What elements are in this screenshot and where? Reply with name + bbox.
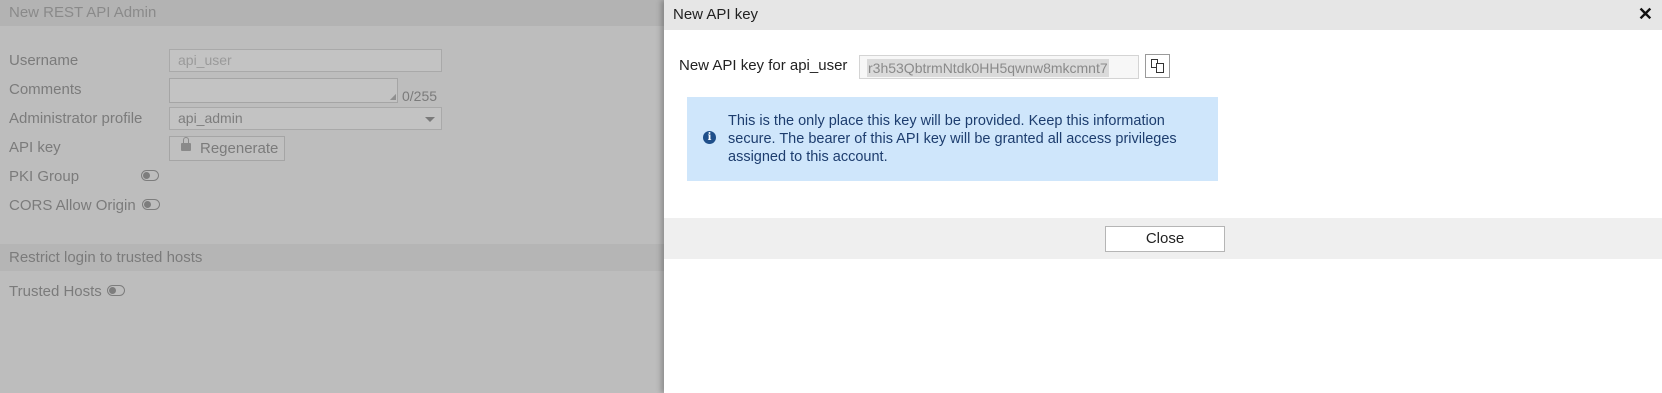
- close-button[interactable]: Close: [1105, 226, 1225, 252]
- username-value: api_user: [178, 52, 232, 68]
- admin-profile-value: api_admin: [178, 110, 243, 126]
- info-icon: i: [703, 131, 716, 144]
- toggle-knob: [109, 287, 116, 294]
- api-key-value: r3h53QbtrmNtdk0HH5qwnw8mkcmnt7: [867, 59, 1109, 77]
- regenerate-button[interactable]: Regenerate: [169, 136, 285, 161]
- admin-profile-select[interactable]: api_admin: [169, 107, 442, 130]
- copy-button[interactable]: [1145, 54, 1170, 78]
- pki-group-label: PKI Group: [9, 168, 80, 185]
- api-key-label: API key: [9, 139, 61, 156]
- toggle-knob: [143, 172, 150, 179]
- cors-label: CORS Allow Origin: [9, 197, 136, 214]
- cors-toggle[interactable]: [142, 199, 160, 210]
- lock-icon: [181, 137, 191, 151]
- close-icon[interactable]: ✕: [1638, 4, 1653, 24]
- comments-label: Comments: [9, 81, 82, 98]
- api-key-field[interactable]: r3h53QbtrmNtdk0HH5qwnw8mkcmnt7: [859, 55, 1139, 79]
- trusted-hosts-toggle[interactable]: [107, 285, 125, 296]
- comments-textarea[interactable]: ◢: [169, 78, 398, 103]
- restrict-section-header: Restrict login to trusted hosts: [0, 244, 664, 271]
- trusted-hosts-label: Trusted Hosts: [9, 283, 102, 300]
- admin-profile-label: Administrator profile: [9, 110, 143, 127]
- regenerate-label: Regenerate: [200, 140, 279, 157]
- dialog-header: New API key ✕: [664, 0, 1662, 30]
- dialog-footer: Close: [664, 218, 1662, 259]
- info-message: i This is the only place this key will b…: [687, 97, 1218, 181]
- form-title: New REST API Admin: [0, 0, 664, 26]
- copy-icon-front: [1156, 63, 1164, 73]
- toggle-knob: [144, 201, 151, 208]
- dropdown-caret-icon: [425, 117, 435, 122]
- info-text: This is the only place this key will be …: [728, 113, 1177, 165]
- username-field[interactable]: api_user: [169, 49, 442, 72]
- comments-counter: 0/255: [402, 88, 438, 104]
- pki-group-toggle[interactable]: [141, 170, 159, 181]
- api-key-label: New API key for api_user: [679, 57, 848, 74]
- username-label: Username: [9, 52, 79, 69]
- background-form: New REST API Admin Username api_user Com…: [0, 0, 664, 393]
- resize-handle-icon[interactable]: ◢: [390, 93, 396, 101]
- dialog-title: New API key: [673, 6, 759, 23]
- new-api-key-dialog: New API key ✕ New API key for api_user r…: [664, 0, 1662, 393]
